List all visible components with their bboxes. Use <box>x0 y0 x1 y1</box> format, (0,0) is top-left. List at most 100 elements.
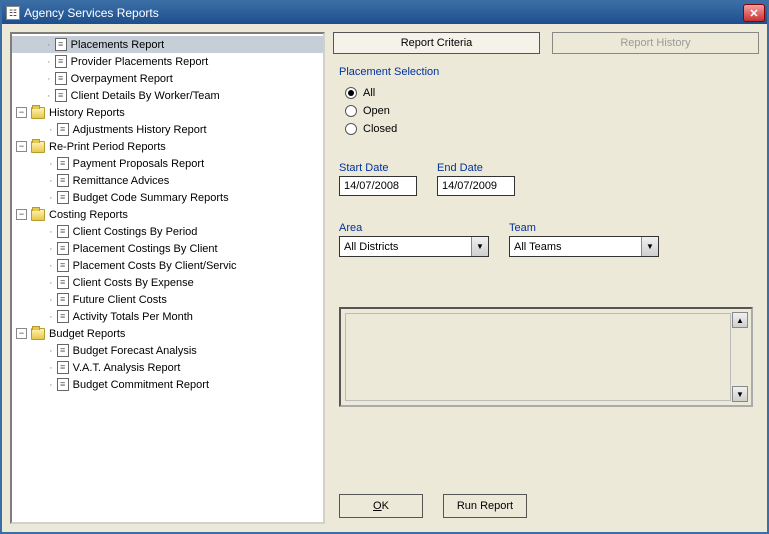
tree-toggle-placeholder <box>32 39 43 50</box>
tree-item[interactable]: ·Client Costings By Period <box>30 223 323 240</box>
document-icon <box>57 378 69 391</box>
tree-item-label: Payment Proposals Report <box>71 158 206 170</box>
tree-connector: · <box>47 56 51 68</box>
tree-connector: · <box>49 379 53 391</box>
document-icon <box>57 191 69 204</box>
output-panel: ▲ ▼ <box>339 307 753 407</box>
tree-folder-label: History Reports <box>47 107 127 119</box>
scroll-up-button[interactable]: ▲ <box>732 312 748 328</box>
tree-item[interactable]: ·Budget Forecast Analysis <box>30 342 323 359</box>
end-date-input[interactable]: 14/07/2009 <box>437 176 515 196</box>
team-value: All Teams <box>510 237 641 256</box>
tree-folder[interactable]: − Re-Print Period Reports <box>12 138 323 155</box>
document-icon <box>57 123 69 136</box>
close-icon: ✕ <box>749 7 758 20</box>
close-button[interactable]: ✕ <box>743 4 765 22</box>
tree-toggle-placeholder <box>34 158 45 169</box>
run-report-button[interactable]: Run Report <box>443 494 527 518</box>
tab-label: Report History <box>620 37 690 49</box>
scroll-down-button[interactable]: ▼ <box>732 386 748 402</box>
tree-connector: · <box>49 277 53 289</box>
tree-item[interactable]: · Budget Code Summary Reports <box>30 189 323 206</box>
tree-item-label: Client Costs By Expense <box>71 277 196 289</box>
tree-item[interactable]: · Payment Proposals Report <box>30 155 323 172</box>
tree-item[interactable]: ·Placement Costings By Client <box>30 240 323 257</box>
team-combo[interactable]: All Teams ▼ <box>509 236 659 257</box>
tree-item[interactable]: ·Client Details By Worker/Team <box>12 87 323 104</box>
tree-item-label: Budget Code Summary Reports <box>71 192 231 204</box>
tree-connector: · <box>47 73 51 85</box>
ok-underline: O <box>373 500 382 512</box>
tree-folder-label: Re-Print Period Reports <box>47 141 168 153</box>
tree-item-label: Placement Costings By Client <box>71 243 220 255</box>
tree-toggle-placeholder <box>34 192 45 203</box>
radio-closed-row[interactable]: Closed <box>345 120 753 138</box>
radio-all[interactable] <box>345 87 357 99</box>
start-date-input[interactable]: 14/07/2008 <box>339 176 417 196</box>
radio-closed[interactable] <box>345 123 357 135</box>
tree-item-label: Provider Placements Report <box>69 56 211 68</box>
window-title: Agency Services Reports <box>24 6 159 20</box>
app-icon: ☷ <box>6 6 20 20</box>
tree-item[interactable]: ·Remittance Advices <box>30 172 323 189</box>
tree-item[interactable]: ·V.A.T. Analysis Report <box>30 359 323 376</box>
tree-toggle-placeholder <box>32 73 43 84</box>
folder-icon <box>31 107 45 119</box>
tree-item[interactable]: ·Adjustments History Report <box>30 121 323 138</box>
collapse-icon[interactable]: − <box>16 141 27 152</box>
tab-report-history[interactable]: Report History <box>552 32 759 54</box>
document-icon <box>57 293 69 306</box>
tree-item[interactable]: ·Budget Commitment Report <box>30 376 323 393</box>
tree-toggle-placeholder <box>34 175 45 186</box>
tree-item-label: Future Client Costs <box>71 294 169 306</box>
tree-item-label: Activity Totals Per Month <box>71 311 195 323</box>
output-textarea[interactable] <box>345 313 731 401</box>
tree-connector: · <box>47 90 51 102</box>
chevron-down-icon[interactable]: ▼ <box>641 237 658 256</box>
chevron-down-icon[interactable]: ▼ <box>471 237 488 256</box>
tree-connector: · <box>49 158 53 170</box>
document-icon <box>57 310 69 323</box>
tree-folder[interactable]: − History Reports <box>12 104 323 121</box>
button-row: OK Run Report <box>333 482 759 524</box>
start-date-label: Start Date <box>339 162 417 174</box>
document-icon <box>57 242 69 255</box>
tree-item-label: Overpayment Report <box>69 73 175 85</box>
tree-connector: · <box>49 311 53 323</box>
collapse-icon[interactable]: − <box>16 107 27 118</box>
right-panel: Report Criteria Report History Placement… <box>333 32 759 524</box>
tree-connector: · <box>49 260 53 272</box>
team-label: Team <box>509 222 659 234</box>
tree-item[interactable]: ·Placement Costs By Client/Servic <box>30 257 323 274</box>
tree-item[interactable]: · Client Costs By Expense <box>30 274 323 291</box>
report-tree[interactable]: ·Placements Report · Provider Placements R… <box>10 32 325 524</box>
tree-toggle-placeholder <box>34 311 45 322</box>
folder-icon <box>31 328 45 340</box>
tree-item[interactable]: · Activity Totals Per Month <box>30 308 323 325</box>
tree-item[interactable]: · Overpayment Report <box>12 70 323 87</box>
tree-toggle-placeholder <box>34 379 45 390</box>
tree-connector: · <box>49 345 53 357</box>
tree-item[interactable]: ·Future Client Costs <box>30 291 323 308</box>
radio-open-row[interactable]: Open <box>345 102 753 120</box>
tree-connector: · <box>49 192 53 204</box>
tree-toggle-placeholder <box>34 243 45 254</box>
radio-all-row[interactable]: All <box>345 84 753 102</box>
document-icon <box>57 225 69 238</box>
tree-folder[interactable]: −Budget Reports <box>12 325 323 342</box>
tree-connector: · <box>49 362 53 374</box>
collapse-icon[interactable]: − <box>16 328 27 339</box>
tab-report-criteria[interactable]: Report Criteria <box>333 32 540 54</box>
tree-item[interactable]: ·Placements Report <box>12 36 323 53</box>
run-report-label: Run Report <box>457 500 513 512</box>
tree-folder[interactable]: −Costing Reports <box>12 206 323 223</box>
tree-toggle-placeholder <box>34 277 45 288</box>
radio-open[interactable] <box>345 105 357 117</box>
tree-connector: · <box>49 226 53 238</box>
area-label: Area <box>339 222 489 234</box>
tree-toggle-placeholder <box>32 56 43 67</box>
collapse-icon[interactable]: − <box>16 209 27 220</box>
ok-button[interactable]: OK <box>339 494 423 518</box>
area-combo[interactable]: All Districts ▼ <box>339 236 489 257</box>
tree-item[interactable]: · Provider Placements Report <box>12 53 323 70</box>
